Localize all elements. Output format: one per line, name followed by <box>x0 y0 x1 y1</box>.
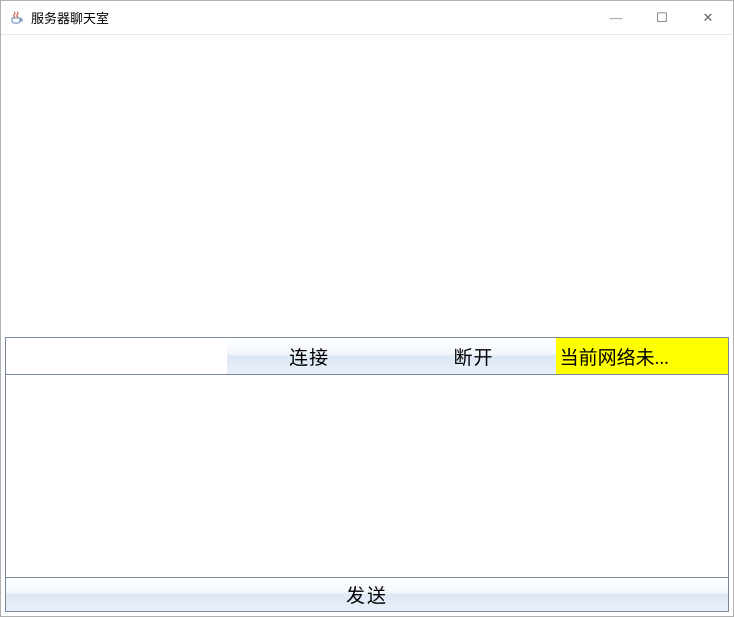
address-input[interactable] <box>6 338 227 374</box>
maximize-icon: ☐ <box>656 10 668 26</box>
minimize-icon: — <box>610 10 623 26</box>
window-title: 服务器聊天室 <box>31 8 109 27</box>
status-label: 当前网络未... <box>556 338 728 374</box>
disconnect-button-label: 断开 <box>453 343 493 370</box>
app-window: 服务器聊天室 — ☐ ✕ 连接 断开 当前网络未... 发送 <box>0 0 734 617</box>
send-row: 发送 <box>5 578 729 612</box>
send-button[interactable]: 发送 <box>6 578 728 611</box>
java-cup-icon <box>9 10 25 26</box>
close-button[interactable]: ✕ <box>685 3 731 33</box>
content-pane: 连接 断开 当前网络未... 发送 <box>1 35 733 616</box>
chat-log-area[interactable] <box>5 39 729 337</box>
message-input-area[interactable] <box>5 375 729 578</box>
connection-row: 连接 断开 当前网络未... <box>5 337 729 375</box>
disconnect-button[interactable]: 断开 <box>391 338 555 374</box>
connect-button-label: 连接 <box>289 343 329 370</box>
maximize-button[interactable]: ☐ <box>639 3 685 33</box>
send-button-label: 发送 <box>346 586 388 607</box>
connect-button[interactable]: 连接 <box>227 338 391 374</box>
titlebar[interactable]: 服务器聊天室 — ☐ ✕ <box>1 1 733 35</box>
minimize-button[interactable]: — <box>593 3 639 33</box>
close-icon: ✕ <box>703 10 714 26</box>
